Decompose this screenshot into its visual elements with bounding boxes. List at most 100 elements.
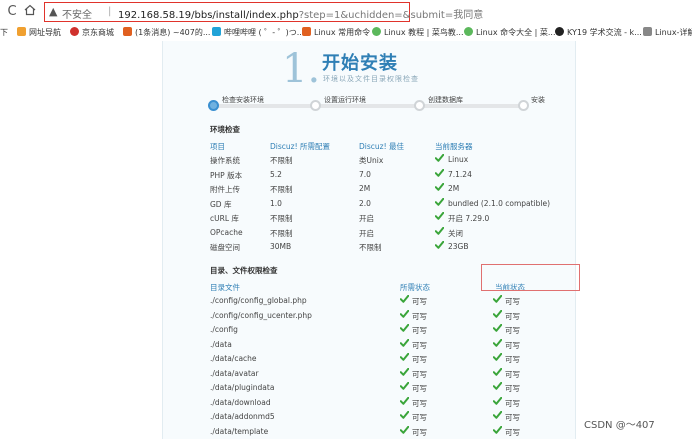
bookmark-item[interactable]: 京东商城 xyxy=(70,26,114,39)
bookmark-icon xyxy=(372,27,381,36)
dir-cell-path: ./data/avatar xyxy=(210,368,259,378)
address-bar[interactable]: ▲ 不安全 | 192.168.58.19/bbs/install/index.… xyxy=(44,2,483,22)
step-subtitle: 环境以及文件目录权限检查 xyxy=(323,75,419,83)
url-host-path: 192.168.58.19/bbs/install/index.php xyxy=(118,10,299,21)
env-header-best: Discuz! 最佳 xyxy=(359,142,404,151)
env-header-current: 当前服务器 xyxy=(435,142,473,151)
dir-cell-path: ./config xyxy=(210,325,238,334)
env-cell-best: 2M xyxy=(359,184,371,193)
checkmark-icon xyxy=(400,353,409,361)
checkmark-icon xyxy=(493,309,502,318)
home-icon[interactable] xyxy=(22,4,38,20)
bookmark-item[interactable]: (1条消息) ~407的... xyxy=(123,26,210,39)
progress-step-label: 设置运行环境 xyxy=(324,96,366,104)
env-cell-item: GD 库 xyxy=(210,199,232,209)
dir-cell-path: ./data/template xyxy=(210,426,269,436)
dir-cell-path: ./data/plugindata xyxy=(210,383,275,392)
bookmark-icon xyxy=(17,27,26,36)
bookmark-icon xyxy=(302,27,311,36)
bookmark-icon xyxy=(643,27,652,36)
checkmark-icon xyxy=(400,295,409,303)
checkmark-icon xyxy=(400,382,409,390)
env-cell-current: 2M xyxy=(448,184,460,193)
dir-cell-current: 可写 xyxy=(505,398,520,408)
checkmark-icon xyxy=(493,396,502,405)
dir-cell-current: 可写 xyxy=(505,384,520,393)
checkmark-icon xyxy=(435,241,444,249)
checkmark-icon xyxy=(493,425,502,434)
dir-cell-required: 可写 xyxy=(412,384,427,393)
dir-cell-required: 可写 xyxy=(412,369,427,379)
dir-cell-required: 可写 xyxy=(412,311,427,321)
env-cell-required: 不限制 xyxy=(270,214,293,223)
checkmark-icon xyxy=(493,411,502,419)
checkmark-icon xyxy=(400,411,409,419)
bookmark-item[interactable]: 网址导航 xyxy=(17,26,61,39)
bookmark-item[interactable]: Linux-详解 xyxy=(643,26,692,39)
warning-triangle-icon: ▲ xyxy=(49,5,58,18)
dir-cell-path: ./data/download xyxy=(210,397,271,407)
progress-step-label: 检查安装环境 xyxy=(222,96,264,104)
url-query: ?step=1&uchidden=&submit=我同意 xyxy=(298,10,484,21)
bookmark-icon xyxy=(123,27,132,36)
checkmark-icon xyxy=(400,338,409,347)
reload-icon[interactable]: C xyxy=(4,4,20,20)
progress-step-label: 安装 xyxy=(531,96,545,104)
env-cell-item: OPcache xyxy=(210,227,243,237)
step-number: 1. xyxy=(282,46,321,92)
env-cell-required: 不限制 xyxy=(270,185,293,194)
env-cell-item: 操作系统 xyxy=(210,156,240,165)
annotation-highlight-box xyxy=(481,264,580,291)
env-header-required: Discuz! 所需配置 xyxy=(270,142,330,151)
checkmark-icon xyxy=(400,396,409,405)
dir-header-path: 目录文件 xyxy=(210,283,240,292)
dir-cell-path: ./config/config_global.php xyxy=(210,296,307,305)
progress-dot xyxy=(310,100,321,111)
checkmark-icon xyxy=(493,353,502,361)
checkmark-icon xyxy=(493,338,502,347)
progress-dot-active xyxy=(208,100,219,111)
env-cell-required: 不限制 xyxy=(270,228,293,238)
bookmark-item[interactable]: Linux 教程 | 菜鸟教... xyxy=(372,26,464,39)
checkmark-icon xyxy=(493,367,502,376)
dir-cell-current: 可写 xyxy=(505,297,520,306)
bookmark-item[interactable]: Linux 常用命令 xyxy=(302,26,370,39)
step-title: 开始安装 xyxy=(322,53,398,74)
progress-step-label: 创建数据库 xyxy=(428,96,463,104)
dir-cell-current: 可写 xyxy=(505,340,520,350)
dir-cell-path: ./data/cache xyxy=(210,354,257,363)
dir-cell-path: ./data/addonmd5 xyxy=(210,412,275,421)
env-cell-required: 30MB xyxy=(270,242,292,251)
env-cell-current: Linux xyxy=(448,155,469,164)
bookmark-icon xyxy=(464,27,473,36)
dir-cell-current: 可写 xyxy=(505,369,520,379)
env-header-item: 项目 xyxy=(210,142,225,151)
checkmark-icon xyxy=(400,367,409,376)
bookmark-item[interactable]: 下 xyxy=(0,26,8,39)
checkmark-icon xyxy=(400,309,409,318)
dir-cell-current: 可写 xyxy=(505,311,520,321)
bookmark-item[interactable]: Linux 命令大全 | 菜... xyxy=(464,26,556,39)
checkmark-icon xyxy=(493,295,502,303)
env-cell-current: 7.1.24 xyxy=(448,169,472,179)
address-url: 192.168.58.19/bbs/install/index.php?step… xyxy=(118,6,483,21)
checkmark-icon xyxy=(493,324,502,332)
bookmark-item[interactable]: KY19 学术交流 - k... xyxy=(555,26,642,39)
dir-cell-required: 可写 xyxy=(412,413,427,422)
checkmark-icon xyxy=(400,324,409,332)
checkmark-icon xyxy=(435,212,444,220)
dir-cell-required: 可写 xyxy=(412,340,427,350)
dir-cell-required: 可写 xyxy=(412,355,427,364)
checkmark-icon xyxy=(435,154,444,162)
bookmark-item[interactable]: 哔哩哔哩 ( ゜- ゜)つ... xyxy=(212,26,304,39)
dir-cell-current: 可写 xyxy=(505,413,520,422)
env-cell-best: 类Unix xyxy=(359,156,384,165)
address-row: C ▲ 不安全 | 192.168.58.19/bbs/install/inde… xyxy=(0,0,692,25)
dir-cell-current: 可写 xyxy=(505,326,520,335)
insecure-label: 不安全 xyxy=(62,10,92,21)
dir-cell-required: 可写 xyxy=(412,398,427,408)
dir-cell-required: 可写 xyxy=(412,297,427,306)
env-section-title: 环境检查 xyxy=(210,125,240,134)
checkmark-icon xyxy=(435,197,444,206)
env-cell-item: cURL 库 xyxy=(210,214,239,223)
